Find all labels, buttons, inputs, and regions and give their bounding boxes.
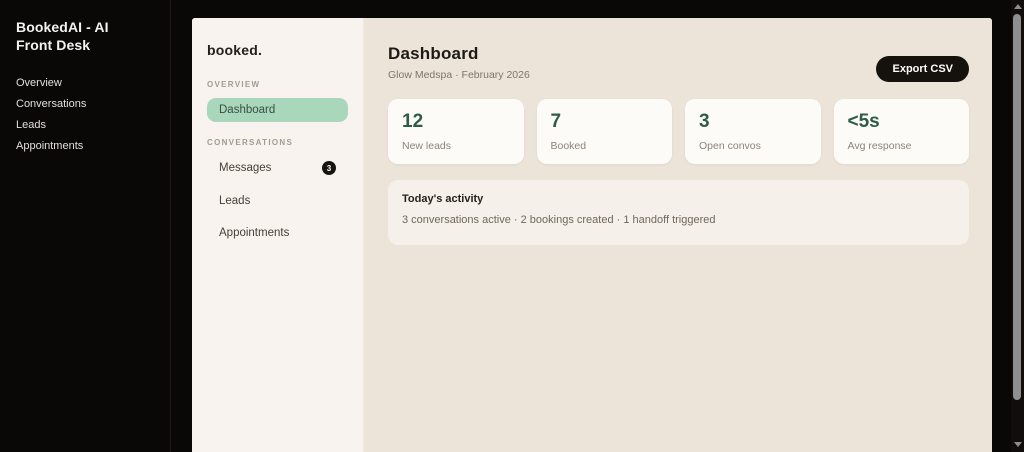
vertical-scrollbar[interactable] [1011,0,1024,452]
main-header: Dashboard Glow Medspa · February 2026 Ex… [388,44,969,82]
export-csv-button[interactable]: Export CSV [876,56,969,82]
sidebar-item-messages[interactable]: Messages 3 [207,155,348,181]
activity-text: 3 conversations active · 2 bookings crea… [402,214,716,226]
stat-label: Open convos [699,140,761,152]
todays-activity-card: Today's activity 3 conversations active … [388,180,969,245]
app-nav: Overview Conversations Leads Appointment… [16,77,154,153]
stat-value: <5s [847,111,880,132]
scrollbar-thumb[interactable] [1013,14,1021,400]
stat-card-open-convos: 3 Open convos [685,99,821,164]
stat-label: Avg response [847,140,912,152]
sidebar-item-appointments[interactable]: Appointments [207,221,348,245]
sidebar-item-dashboard[interactable]: Dashboard [207,98,348,122]
page-title: Dashboard [388,44,479,63]
sidebar-item-label: Dashboard [219,104,276,116]
section-label-conversations: CONVERSATIONS [207,138,294,147]
window-title: BookedAI - AI Front Desk [16,19,109,53]
main-content: Dashboard Glow Medspa · February 2026 Ex… [364,18,992,452]
section-label-overview: OVERVIEW [207,80,261,89]
stat-card-avg-response: <5s Avg response [833,99,969,164]
nav-item-leads[interactable]: Leads [16,119,154,132]
sidebar-item-leads[interactable]: Leads [207,189,348,213]
nav-item-appointments[interactable]: Appointments [16,140,154,153]
inner-sidebar: booked. OVERVIEW Dashboard CONVERSATIONS… [192,18,364,452]
sidebar-item-label: Leads [219,195,251,207]
sidebar-item-label: Appointments [219,227,290,239]
sidebar-item-label: Messages [219,162,272,174]
stat-value: 3 [699,111,710,132]
stat-value: 7 [550,111,562,132]
activity-title: Today's activity [402,193,484,205]
stat-label: Booked [550,140,587,152]
stat-label: New leads [402,140,452,152]
messages-count-badge: 3 [322,161,336,175]
stats-row: 12 New leads 7 Booked 3 Open convos <5s … [388,99,969,164]
stat-card-new-leads: 12 New leads [388,99,524,164]
app-sidebar: BookedAI - AI Front Desk Overview Conver… [0,0,171,452]
nav-item-overview[interactable]: Overview [16,77,154,90]
app-window: booked. OVERVIEW Dashboard CONVERSATIONS… [192,18,992,452]
main-header-text: Dashboard Glow Medspa · February 2026 [388,44,530,81]
page-subtitle: Glow Medspa · February 2026 [388,69,530,81]
stat-value: 12 [402,111,424,132]
stat-card-booked: 7 Booked [536,99,672,164]
booked-logo: booked. [207,42,263,58]
scroll-up-icon[interactable] [1014,4,1022,9]
nav-item-conversations[interactable]: Conversations [16,98,154,111]
scroll-down-icon[interactable] [1014,442,1022,447]
